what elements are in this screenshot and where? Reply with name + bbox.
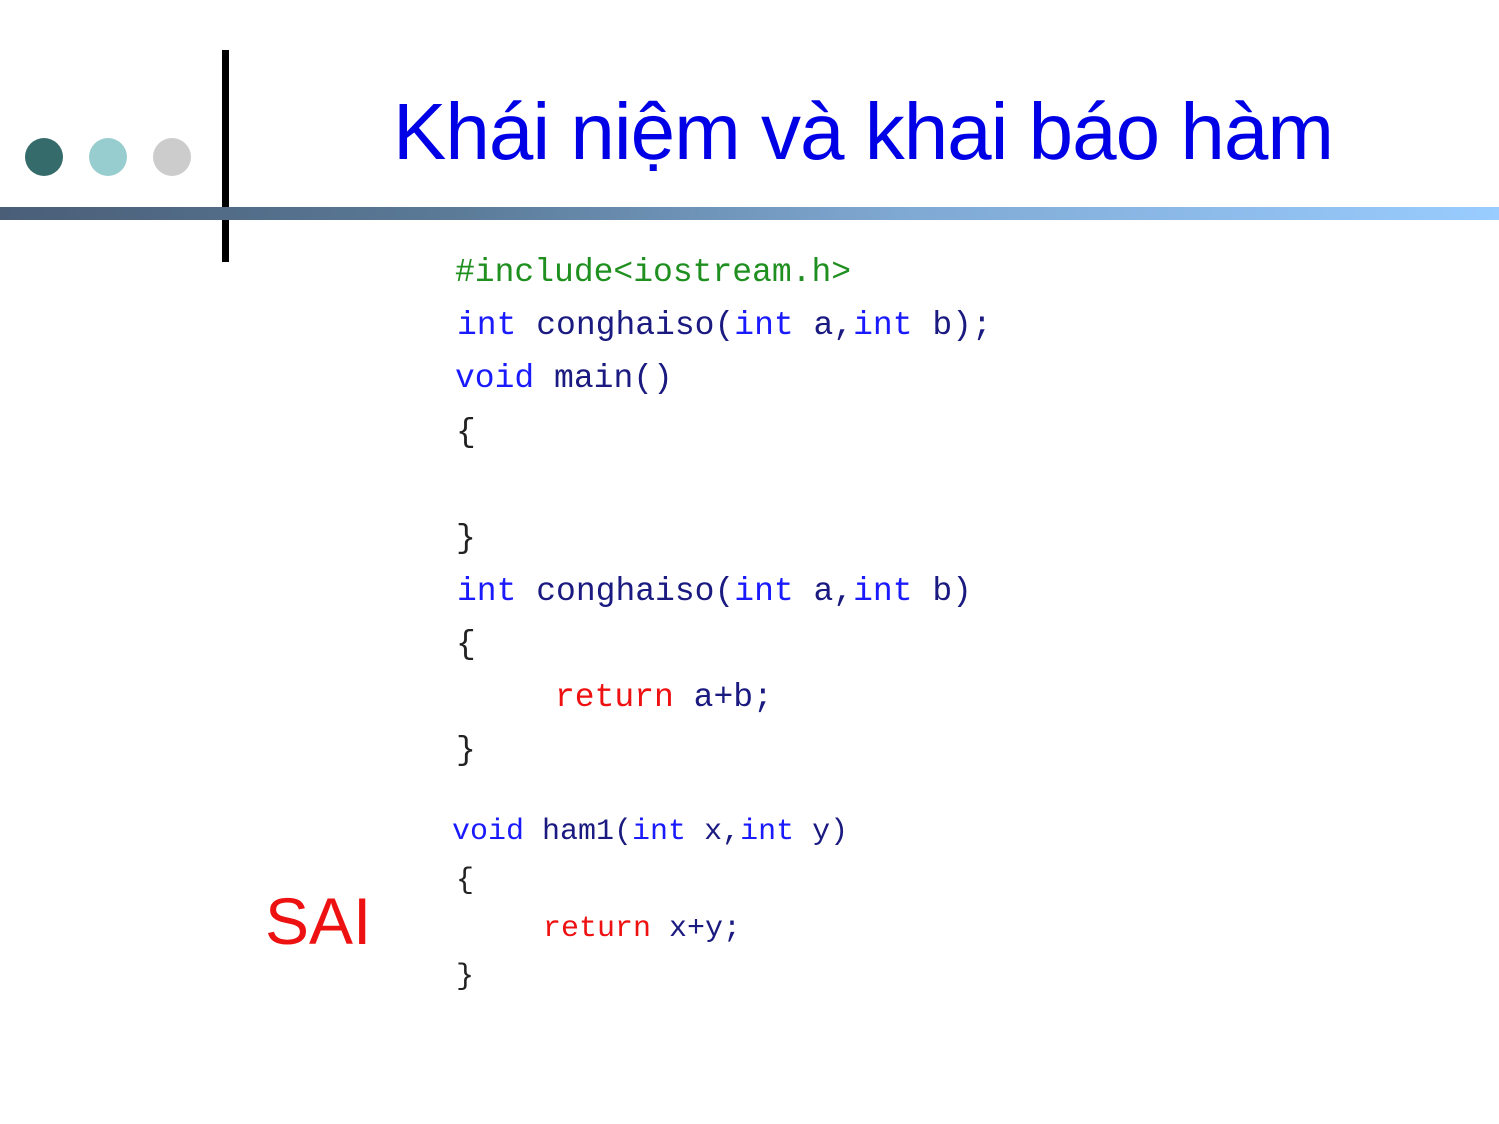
- decor-vertical-line: [222, 50, 229, 262]
- code-keyword: int: [853, 307, 913, 344]
- code-identifier: y): [812, 815, 849, 849]
- code-identifier: x,: [704, 815, 741, 849]
- code-identifier: b): [932, 573, 972, 610]
- code-keyword: int: [734, 307, 794, 344]
- code-line-prototype: int conghaiso(int a,int b);: [457, 309, 992, 342]
- code-keyword: int: [740, 815, 795, 849]
- slide-title: Khái niệm và khai báo hàm: [393, 87, 1334, 176]
- code-keyword: int: [457, 573, 517, 610]
- code-return-keyword: return: [555, 679, 674, 716]
- code-identifier: b);: [932, 307, 992, 344]
- code-keyword: int: [853, 573, 913, 610]
- code-line-definition: int conghaiso(int a,int b): [457, 575, 972, 608]
- code-keyword: void: [455, 360, 535, 397]
- code-keyword: void: [452, 815, 525, 849]
- code-keyword: int: [457, 307, 517, 344]
- code-identifier: ham1(: [542, 815, 633, 849]
- decor-dot-gray: [153, 138, 191, 176]
- code-expression: a+b;: [693, 679, 773, 716]
- verdict-label: SAI: [265, 884, 372, 958]
- code-line-def-close: }: [456, 732, 476, 769]
- code-line-ham1: void ham1(int x,int y): [452, 817, 848, 847]
- code-line-def-open: {: [456, 626, 476, 663]
- code-line-include: #include<iostream.h>: [455, 254, 852, 291]
- code-line-ham1-open: {: [456, 864, 475, 898]
- code-line-main-open: {: [456, 414, 476, 451]
- code-line-def-return: return a+b;: [555, 681, 773, 714]
- code-identifier: a,: [813, 573, 854, 610]
- code-expression: x+y;: [669, 912, 742, 946]
- code-line-ham1-return: return x+y;: [543, 914, 741, 944]
- decor-dot-light-teal: [89, 138, 127, 176]
- code-return-keyword: return: [543, 912, 652, 946]
- code-identifier: main(): [554, 360, 673, 397]
- code-keyword: int: [734, 573, 794, 610]
- code-line-ham1-close: }: [456, 960, 475, 994]
- code-identifier: a,: [813, 307, 854, 344]
- code-line-main: void main(): [455, 362, 673, 395]
- code-identifier: conghaiso(: [536, 307, 735, 344]
- decor-gradient-bar: [0, 207, 1499, 220]
- code-identifier: conghaiso(: [536, 573, 735, 610]
- code-keyword: int: [632, 815, 687, 849]
- decor-dot-dark-teal: [25, 138, 63, 176]
- code-line-main-close: }: [456, 520, 476, 557]
